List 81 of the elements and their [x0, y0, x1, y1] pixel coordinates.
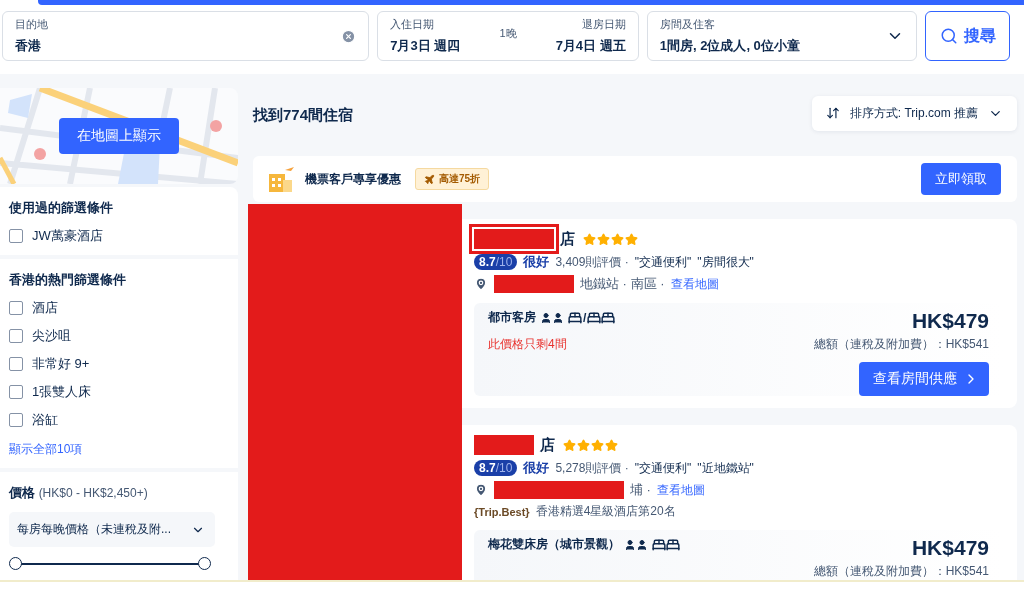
- review-count: 5,278則評價 ·: [555, 459, 629, 477]
- hotel-name[interactable]: 店: [474, 229, 575, 249]
- star-icon: [577, 438, 590, 452]
- checkbox[interactable]: [9, 329, 23, 343]
- claim-button[interactable]: 立即領取: [921, 163, 1001, 195]
- map-card[interactable]: 在地圖上顯示: [0, 88, 238, 184]
- location-text: 地鐵站 · 南區 ·: [580, 275, 665, 293]
- separator-text: /: [583, 310, 587, 325]
- clear-icon[interactable]: [341, 28, 357, 44]
- hotel-card[interactable]: 店 8.7/10 很好 5,278則評價 · "交通便利" "近地鐵站" 埔 · 查看地圖 {Trip.Best} 香港精選4星級酒店第20名 梅花雙床房（城市景觀） HK$479 總額（連稅及附加費）：HK$541: [462, 425, 1017, 580]
- rating-text: 很好: [523, 459, 550, 477]
- total-price: 總額（連稅及附加費）：HK$541: [813, 336, 989, 353]
- rating-text: 很好: [523, 253, 550, 271]
- guests-field[interactable]: 房間及住客 1間房, 2位成人, 0位小童: [646, 11, 918, 61]
- checkbox[interactable]: [9, 229, 23, 243]
- hotel-card[interactable]: 店 8.7/10 很好 3,409則評價 · "交通便利" "房間很大" 地鐵站 · 南區 · 查看地圖 都市客房 / 此價格只剩4間 HK$479 總額（連稅及附加費）：HK$541 查看房間供應: [462, 219, 1017, 408]
- review-tag: "交通便利": [634, 459, 692, 477]
- checkbox[interactable]: [9, 357, 23, 371]
- show-all-link[interactable]: 顯示全部10項: [9, 441, 229, 458]
- filter-option-label[interactable]: 1張雙人床: [32, 383, 92, 401]
- checkbox[interactable]: [9, 413, 23, 427]
- review-tag: "交通便利": [634, 253, 692, 271]
- promo-text: 機票客戶專享優惠: [305, 170, 401, 188]
- bed-icon: [568, 310, 582, 325]
- review-tag: "房間很大": [697, 253, 754, 271]
- star-icon: [591, 438, 604, 452]
- score-badge: 8.7/10: [474, 460, 518, 476]
- price-slider[interactable]: [9, 557, 211, 571]
- filter-section-title: 香港的熱門篩選條件: [9, 271, 127, 289]
- sort-icon: [825, 106, 840, 120]
- filter-option-label[interactable]: JW萬豪酒店: [32, 227, 103, 245]
- total-price: 總額（連稅及附加費）：HK$541: [813, 563, 989, 580]
- search-icon: [939, 27, 958, 45]
- price: HK$479: [911, 536, 989, 560]
- filter-option-label[interactable]: 非常好 9+: [32, 355, 90, 373]
- score-badge: 8.7/10: [474, 254, 518, 270]
- trip-best-label: {Trip.Best}: [474, 505, 530, 518]
- filter-section-title: 使用過的篩選條件: [9, 199, 114, 217]
- availability-warning: 此價格只剩4間: [488, 336, 568, 353]
- price-type-dropdown[interactable]: 每房每晚價格（未連稅及附...: [9, 512, 215, 547]
- guests-icon: [540, 311, 564, 324]
- guests-icon: [624, 538, 648, 551]
- star-icon: [605, 438, 618, 452]
- checkbox[interactable]: [9, 385, 23, 399]
- bed-icon: [666, 537, 680, 552]
- sort-dropdown[interactable]: 排序方式: Trip.com 推薦: [811, 95, 1017, 131]
- star-icon: [563, 438, 576, 452]
- date-field[interactable]: 入住日期 7月3日 週四 1晚 退房日期 7月4日 週五: [377, 11, 639, 61]
- review-tag: "近地鐵站": [697, 459, 754, 477]
- bed-icon: [601, 310, 616, 325]
- location-text: 埔 ·: [630, 481, 651, 499]
- view-rooms-button[interactable]: 查看房間供應: [859, 362, 989, 396]
- slider-handle[interactable]: [198, 557, 211, 570]
- room-name: 都市客房 /: [488, 309, 814, 326]
- hotel-name[interactable]: 店: [474, 435, 555, 455]
- price: HK$479: [911, 309, 989, 333]
- ranking-text: 香港精選4星級酒店第20名: [535, 503, 676, 520]
- slider-handle[interactable]: [9, 557, 22, 570]
- star-icon: [597, 232, 610, 246]
- location-pin-icon: [474, 277, 488, 291]
- destination-field[interactable]: 目的地 香港: [2, 11, 370, 61]
- results-title: 找到774間住宿: [253, 105, 354, 125]
- location-pin-icon: [474, 483, 488, 497]
- search-button[interactable]: 搜尋: [925, 11, 1010, 61]
- bed-icon: [652, 537, 666, 552]
- show-on-map-button[interactable]: 在地圖上顯示: [59, 118, 179, 154]
- filter-option-label[interactable]: 酒店: [32, 299, 58, 317]
- star-icon: [625, 232, 638, 246]
- filter-option-label[interactable]: 尖沙咀: [32, 327, 71, 345]
- discount-badge: 高達75折: [415, 168, 490, 190]
- price-title: 價格 (HK$0 - HK$2,450+): [9, 484, 149, 502]
- checkbox[interactable]: [9, 301, 23, 315]
- hotel-building-icon: [267, 164, 295, 194]
- star-icon: [611, 232, 624, 246]
- room-name: 梅花雙床房（城市景觀）: [488, 536, 814, 553]
- review-count: 3,409則評價 ·: [555, 253, 629, 271]
- bed-icon: [587, 310, 602, 325]
- filter-option-label[interactable]: 浴缸: [32, 411, 58, 429]
- view-map-link[interactable]: 查看地圖: [670, 275, 719, 293]
- view-map-link[interactable]: 查看地圖: [656, 481, 705, 499]
- star-icon: [583, 232, 596, 246]
